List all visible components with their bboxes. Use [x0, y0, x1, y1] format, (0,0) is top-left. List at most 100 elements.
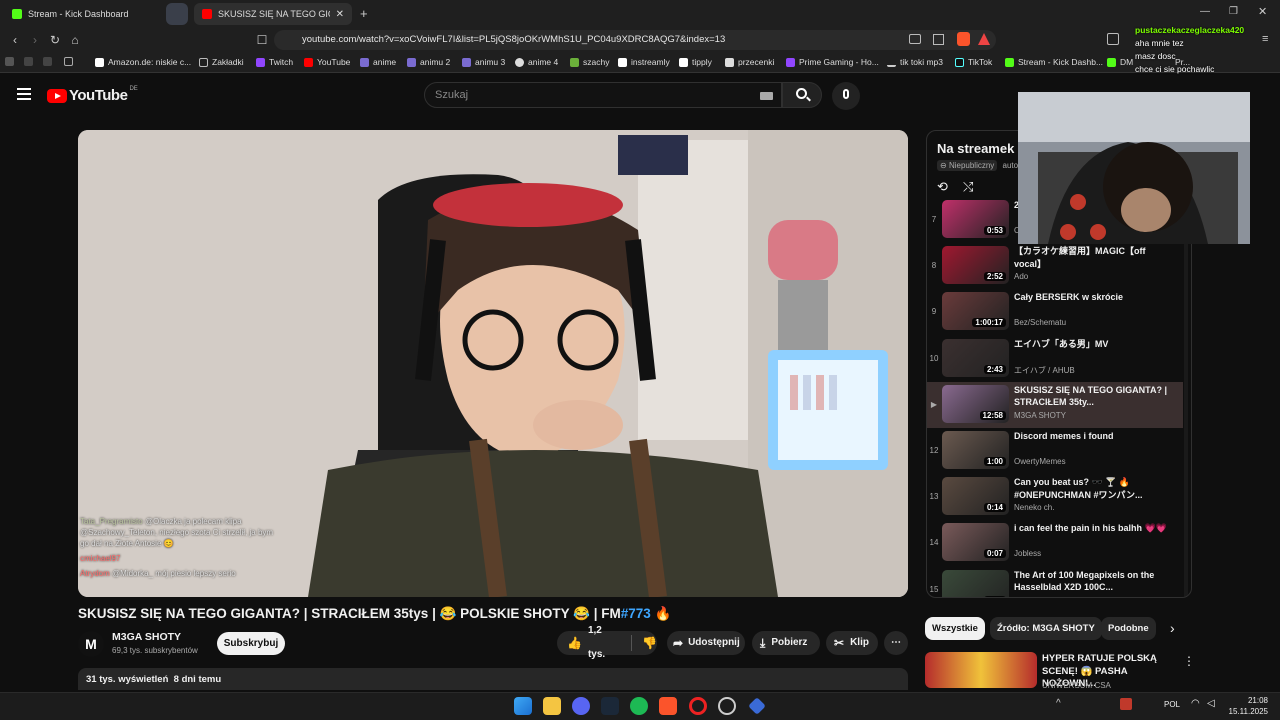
playlist-item-title[interactable]: Discord memes i found [1014, 430, 1174, 443]
playlist-thumbnail[interactable]: 1:00 [942, 431, 1009, 469]
bookmark-zakladki[interactable]: Zakładki [199, 57, 244, 67]
tab-kick-dashboard[interactable]: Stream - Kick Dashboard [4, 3, 164, 25]
bookmark-tiktok[interactable]: TikTok [955, 57, 992, 67]
bookmark-prime-gaming[interactable]: Prime Gaming - Ho... [786, 57, 879, 67]
description-box[interactable]: 31 tys. wyświetleń 8 dni temu [78, 668, 908, 690]
chip-all[interactable]: Wszystkie [925, 617, 985, 640]
back-icon[interactable]: ‹ [8, 33, 22, 47]
bookmark-folder-icon[interactable] [5, 57, 18, 66]
playlist-thumbnail[interactable]: 2:52 [942, 246, 1009, 285]
bookmark-anime[interactable]: anime [360, 57, 396, 67]
playlist-item-title[interactable]: Cały BERSERK w skrócie [1014, 291, 1174, 304]
url-input[interactable]: youtube.com/watch?v=xoCVoiwFL7I&list=PL5… [274, 30, 996, 50]
chevron-up-icon[interactable]: ^ [1056, 698, 1061, 709]
loop-icon[interactable]: ⟲ [937, 179, 948, 195]
bookmark-dm[interactable]: DM [1107, 57, 1133, 67]
clip-button[interactable]: ✂ Klip [826, 631, 878, 655]
brave-shield-icon[interactable] [957, 32, 970, 46]
cast-icon[interactable] [909, 34, 921, 44]
tab-group[interactable] [166, 3, 188, 25]
youtube-logo[interactable]: YouTube DE [47, 86, 138, 104]
playlist-item-title[interactable]: SKUSISZ SIĘ NA TEGO GIGANTA? | STRACIŁEM… [1014, 384, 1174, 409]
more-vertical-icon[interactable]: ⋮ [1183, 654, 1195, 668]
clock[interactable]: 21:08 15.11.2025 [1226, 695, 1268, 717]
video-hashtag[interactable]: #773 [621, 606, 651, 621]
bookmark-youtube[interactable]: YouTube [304, 57, 350, 67]
opera-icon[interactable] [689, 697, 707, 715]
bookmark-twitch[interactable]: Twitch [256, 57, 293, 67]
extensions-icon[interactable] [1107, 33, 1119, 45]
playlist-title[interactable]: Na streamek [937, 141, 1014, 156]
channel-name[interactable]: M3GA SHOTY [112, 631, 181, 643]
playlist-thumbnail[interactable]: 0:14 [942, 569, 1009, 597]
bookmark-animu3[interactable]: animu 3 [462, 57, 505, 67]
tray-app-icon[interactable] [1120, 698, 1132, 710]
playlist-item-title[interactable]: エイハブ「ある男」MV [1014, 338, 1174, 351]
share-button[interactable]: ➦ Udostępnij [667, 631, 745, 655]
brave-rewards-icon[interactable] [978, 33, 990, 45]
spotify-icon[interactable] [630, 697, 648, 715]
bookmark-tik-toki[interactable]: tik toki mp3 [887, 57, 943, 67]
wifi-icon[interactable]: ◠ [1191, 698, 1200, 709]
like-count[interactable]: 1,2 tys. [588, 619, 621, 667]
file-explorer-icon[interactable] [543, 697, 561, 715]
bookmark-folder-icon[interactable] [24, 57, 37, 66]
search-input[interactable]: Szukaj [424, 82, 782, 108]
minimize-button[interactable]: — [1200, 6, 1210, 17]
reload-icon[interactable]: ↻ [48, 33, 62, 47]
apps-icon[interactable] [64, 57, 77, 66]
bookmark-animu2[interactable]: animu 2 [407, 57, 450, 67]
playlist-scrollbar[interactable] [1184, 197, 1188, 597]
playlist-item-title[interactable]: 【カラオケ練習用】MAGIC【off vocal】 [1014, 245, 1174, 270]
playlist-item-title[interactable]: Can you beat us? 🕶️ 🍸 🔥 #ONEPUNCHMAN #ワン… [1014, 476, 1174, 501]
obs-icon[interactable] [718, 697, 736, 715]
chip-related[interactable]: Podobne [1101, 617, 1156, 640]
bookmark-szachy[interactable]: szachy [570, 57, 609, 67]
share-icon[interactable] [933, 34, 944, 45]
recommended-thumbnail[interactable] [925, 652, 1037, 688]
playlist-item[interactable]: 10 2:43 エイハブ「ある男」MV エイハブ / AHUB [927, 336, 1183, 382]
bookmark-instreamly[interactable]: instreamly [618, 57, 670, 67]
volume-icon[interactable]: ◁ [1207, 698, 1215, 709]
bookmark-folder-icon[interactable] [43, 57, 56, 66]
keyboard-icon[interactable] [760, 92, 773, 100]
bookmark-anime4[interactable]: anime 4 [515, 57, 558, 67]
playlist-thumbnail[interactable]: 12:58 [942, 384, 1009, 423]
home-icon[interactable]: ⌂ [68, 33, 82, 47]
chevron-right-icon[interactable]: › [1170, 620, 1175, 636]
close-window-button[interactable]: ✕ [1258, 5, 1267, 18]
playlist-item-title[interactable]: The Art of 100 Megapixels on the Hasselb… [1014, 569, 1174, 594]
more-actions-button[interactable]: ⋯ [884, 631, 908, 655]
close-icon[interactable]: ✕ [336, 9, 344, 20]
playlist-item[interactable]: 12 1:00 Discord memes i found OwertyMemes [927, 428, 1183, 474]
search-button[interactable] [782, 82, 822, 108]
subscribe-button[interactable]: Subskrybuj [217, 632, 285, 655]
forward-icon[interactable]: › [28, 33, 42, 47]
thumbs-down-icon[interactable]: 👎 [642, 631, 657, 655]
playlist-thumbnail[interactable]: 2:43 [942, 338, 1009, 377]
recommended-channel[interactable]: UNIWERSUM CSA [1042, 681, 1111, 690]
tab-youtube-video[interactable]: SKUSISZ SIĘ NA TEGO GIGANTA? ✕ [194, 3, 352, 25]
playlist-thumbnail[interactable]: 1:00:17 [942, 292, 1009, 331]
hamburger-menu-icon[interactable] [17, 88, 31, 100]
bookmark-amazon[interactable]: Amazon.de: niskie c... [95, 57, 191, 67]
bookmark-icon[interactable]: ☐ [255, 33, 269, 47]
playlist-item[interactable]: 8 2:52 【カラオケ練習用】MAGIC【off vocal】 Ado [927, 243, 1183, 289]
playlist-item[interactable]: ▶ 12:58 SKUSISZ SIĘ NA TEGO GIGANTA? | STR… [927, 381, 1183, 428]
steam-icon[interactable] [601, 697, 619, 715]
shuffle-icon[interactable]: ⤭ [963, 179, 973, 195]
playlist-item-title[interactable]: i can feel the pain in his balhh 💗💗 [1014, 522, 1174, 535]
windows-start-icon[interactable] [514, 697, 532, 715]
thumbs-up-icon[interactable]: 👍 [567, 631, 582, 655]
playlist-item[interactable]: 13 0:14 Can you beat us? 🕶️ 🍸 🔥 #ONEPUNCHM… [927, 474, 1183, 520]
playlist-thumbnail[interactable]: 0:53 [942, 200, 1009, 238]
bookmark-przecenki[interactable]: przecenki [725, 57, 774, 67]
channel-avatar[interactable]: M [78, 631, 104, 657]
download-button[interactable]: ⤓ Pobierz [752, 631, 820, 655]
playlist-item[interactable]: 15 0:14 The Art of 100 Megapixels on the H… [927, 567, 1183, 597]
language-indicator[interactable]: POL [1164, 700, 1180, 709]
new-tab-button[interactable]: + [360, 6, 368, 21]
bookmark-kick[interactable]: Stream - Kick Dashb... [1005, 57, 1103, 67]
menu-icon[interactable]: ≡ [1262, 33, 1268, 45]
chip-source[interactable]: Źródło: M3GA SHOTY [990, 617, 1102, 640]
